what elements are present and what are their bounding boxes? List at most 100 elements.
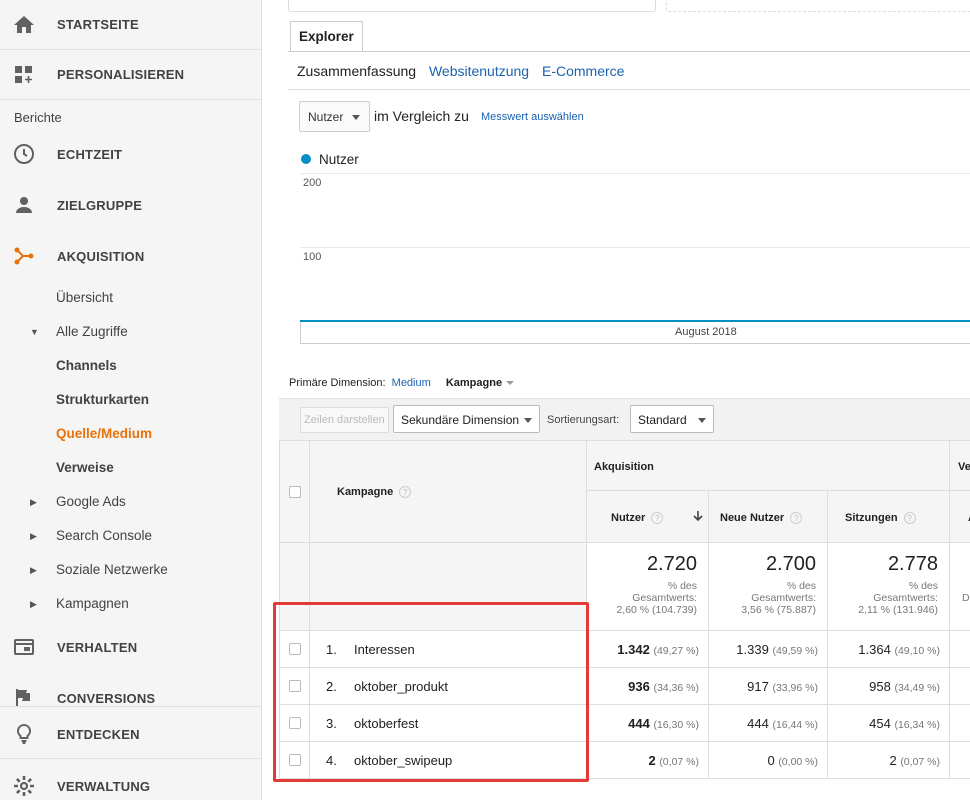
plot-rows-button[interactable]: Zeilen darstellen <box>300 407 389 433</box>
nav-campaigns[interactable]: Kampagnen <box>56 596 129 611</box>
analytics-app: STARTSEITE PERSONALISIEREN Berichte ECHT… <box>0 0 970 800</box>
nav-conversions[interactable]: CONVERSIONS <box>0 678 261 718</box>
row-checkbox[interactable] <box>289 754 301 766</box>
dimension-campaign-selected[interactable]: Kampagne <box>446 377 502 389</box>
row-users-value: 2 <box>648 753 656 768</box>
secondary-dimension-select[interactable]: Sekundäre Dimension <box>393 405 540 433</box>
subtab-site-usage[interactable]: Websitenutzung <box>429 63 529 79</box>
nav-home[interactable]: STARTSEITE <box>0 0 261 50</box>
row-users-pct: (49,27 %) <box>653 645 699 657</box>
select-metric-link[interactable]: Messwert auswählen <box>481 111 584 123</box>
primary-dimension-bar: Primäre Dimension: Medium Kampagne <box>289 377 515 389</box>
col-campaign[interactable]: Kampagne? <box>337 486 412 499</box>
nav-acq-overview[interactable]: Übersicht <box>56 290 113 305</box>
lightbulb-icon <box>16 723 32 744</box>
row-new-users-value: 917 <box>747 679 769 694</box>
tab-explorer[interactable]: Explorer <box>290 21 363 52</box>
header-campaign-cell: Kampagne? <box>310 440 587 543</box>
row-number: 1. <box>326 642 337 657</box>
row-campaign-name[interactable]: oktober_swipeup <box>354 753 452 768</box>
row-new-users-pct: (49,59 %) <box>772 645 818 657</box>
legend-label: Nutzer <box>319 152 359 167</box>
row-users-cell: 2 (0,07 %) <box>587 742 709 779</box>
nav-customization[interactable]: PERSONALISIEREN <box>0 50 261 100</box>
date-range-box[interactable] <box>288 0 656 12</box>
row-users: 1.342 (49,27 %) <box>617 642 699 657</box>
totals-label-cell <box>310 543 587 631</box>
nav-google-ads[interactable]: Google Ads <box>56 494 126 509</box>
col-campaign-label: Kampagne <box>337 486 394 498</box>
row-new-users-cell: 0 (0,00 %) <box>709 742 828 779</box>
row-sessions: 958 (34,49 %) <box>869 679 940 694</box>
row-checkbox[interactable] <box>289 643 301 655</box>
row-sessions-cell: 454 (16,34 %) <box>828 705 950 742</box>
nav-acquisition[interactable]: AKQUISITION <box>0 236 261 276</box>
subtab-ecommerce[interactable]: E-Commerce <box>542 63 624 79</box>
y-tick-label: 100 <box>303 251 322 263</box>
nav-all-traffic[interactable]: Alle Zugriffe <box>56 324 128 339</box>
help-icon[interactable]: ? <box>790 512 803 525</box>
x-axis-label: August 2018 <box>675 326 737 338</box>
nav-referrals[interactable]: Verweise <box>56 460 114 475</box>
row-sessions: 454 (16,34 %) <box>869 716 940 731</box>
sort-desc-icon[interactable] <box>693 510 703 522</box>
gridline <box>300 173 970 174</box>
totals-users: 2.720 % des Gesamtwerts: 2,60 % (104.739… <box>587 543 709 631</box>
select-all-checkbox[interactable] <box>289 486 301 498</box>
nav-discover[interactable]: ENTDECKEN <box>0 714 261 754</box>
row-sessions-value: 454 <box>869 716 891 731</box>
nav-admin-label: VERWALTUNG <box>57 779 151 794</box>
col-partial[interactable]: A <box>950 491 970 543</box>
help-icon[interactable]: ? <box>651 512 664 525</box>
sort-type-select[interactable]: Standard <box>630 405 714 433</box>
row-users-pct: (0,07 %) <box>659 756 699 768</box>
dimension-medium-link[interactable]: Medium <box>392 377 431 389</box>
row-checkbox-cell <box>279 742 310 779</box>
row-checkbox[interactable] <box>289 680 301 692</box>
nav-treemaps[interactable]: Strukturkarten <box>56 392 149 407</box>
behavior-icon <box>14 639 34 655</box>
col-users[interactable]: Nutzer? <box>587 491 709 543</box>
table-toolbar: Zeilen darstellen Sekundäre Dimension So… <box>279 398 970 440</box>
help-icon[interactable]: ? <box>399 486 412 499</box>
expanded-triangle-icon[interactable]: ▼ <box>30 327 39 337</box>
nav-social[interactable]: Soziale Netzwerke <box>56 562 168 577</box>
nav-customization-label: PERSONALISIEREN <box>57 67 185 82</box>
nav-search-console[interactable]: Search Console <box>56 528 152 543</box>
collapsed-triangle-icon[interactable]: ▶ <box>30 531 37 542</box>
row-campaign-name[interactable]: Interessen <box>354 642 415 657</box>
nav-audience[interactable]: ZIELGRUPPE <box>0 185 261 225</box>
col-sessions[interactable]: Sitzungen? <box>828 491 950 543</box>
row-checkbox[interactable] <box>289 717 301 729</box>
collapsed-triangle-icon[interactable]: ▶ <box>30 497 37 508</box>
nav-home-label: STARTSEITE <box>57 17 139 32</box>
subtab-summary[interactable]: Zusammenfassung <box>297 63 416 79</box>
col-sessions-text: Sitzungen <box>845 512 898 524</box>
nav-behavior-label: VERHALTEN <box>57 640 138 655</box>
chevron-down-icon <box>698 418 706 423</box>
nav-channels[interactable]: Channels <box>56 358 117 373</box>
row-partial-cell <box>950 705 970 742</box>
chevron-down-icon[interactable] <box>506 381 515 386</box>
metric-select[interactable]: Nutzer <box>299 101 370 132</box>
row-checkbox-cell <box>279 705 310 742</box>
row-sessions: 2 (0,07 %) <box>889 753 940 768</box>
row-sessions-cell: 2 (0,07 %) <box>828 742 950 779</box>
sidebar-divider <box>0 706 261 707</box>
nav-realtime[interactable]: ECHTZEIT <box>0 134 261 174</box>
sort-type-label: Sortierungsart: <box>547 414 620 426</box>
header-acquisition-group: Akquisition <box>587 440 950 491</box>
chevron-down-icon <box>524 418 532 423</box>
help-icon[interactable]: ? <box>903 512 916 525</box>
row-sessions-value: 1.364 <box>858 642 891 657</box>
nav-admin[interactable]: VERWALTUNG <box>0 766 261 800</box>
row-partial-cell <box>950 668 970 705</box>
row-campaign-name[interactable]: oktoberfest <box>354 716 418 731</box>
nav-behavior[interactable]: VERHALTEN <box>0 627 261 667</box>
col-new-users[interactable]: Neue Nutzer? <box>709 491 828 543</box>
nav-source-medium[interactable]: Quelle/Medium <box>56 426 152 441</box>
collapsed-triangle-icon[interactable]: ▶ <box>30 565 37 576</box>
row-campaign-name[interactable]: oktober_produkt <box>354 679 448 694</box>
collapsed-triangle-icon[interactable]: ▶ <box>30 599 37 610</box>
segment-box[interactable] <box>666 0 970 12</box>
